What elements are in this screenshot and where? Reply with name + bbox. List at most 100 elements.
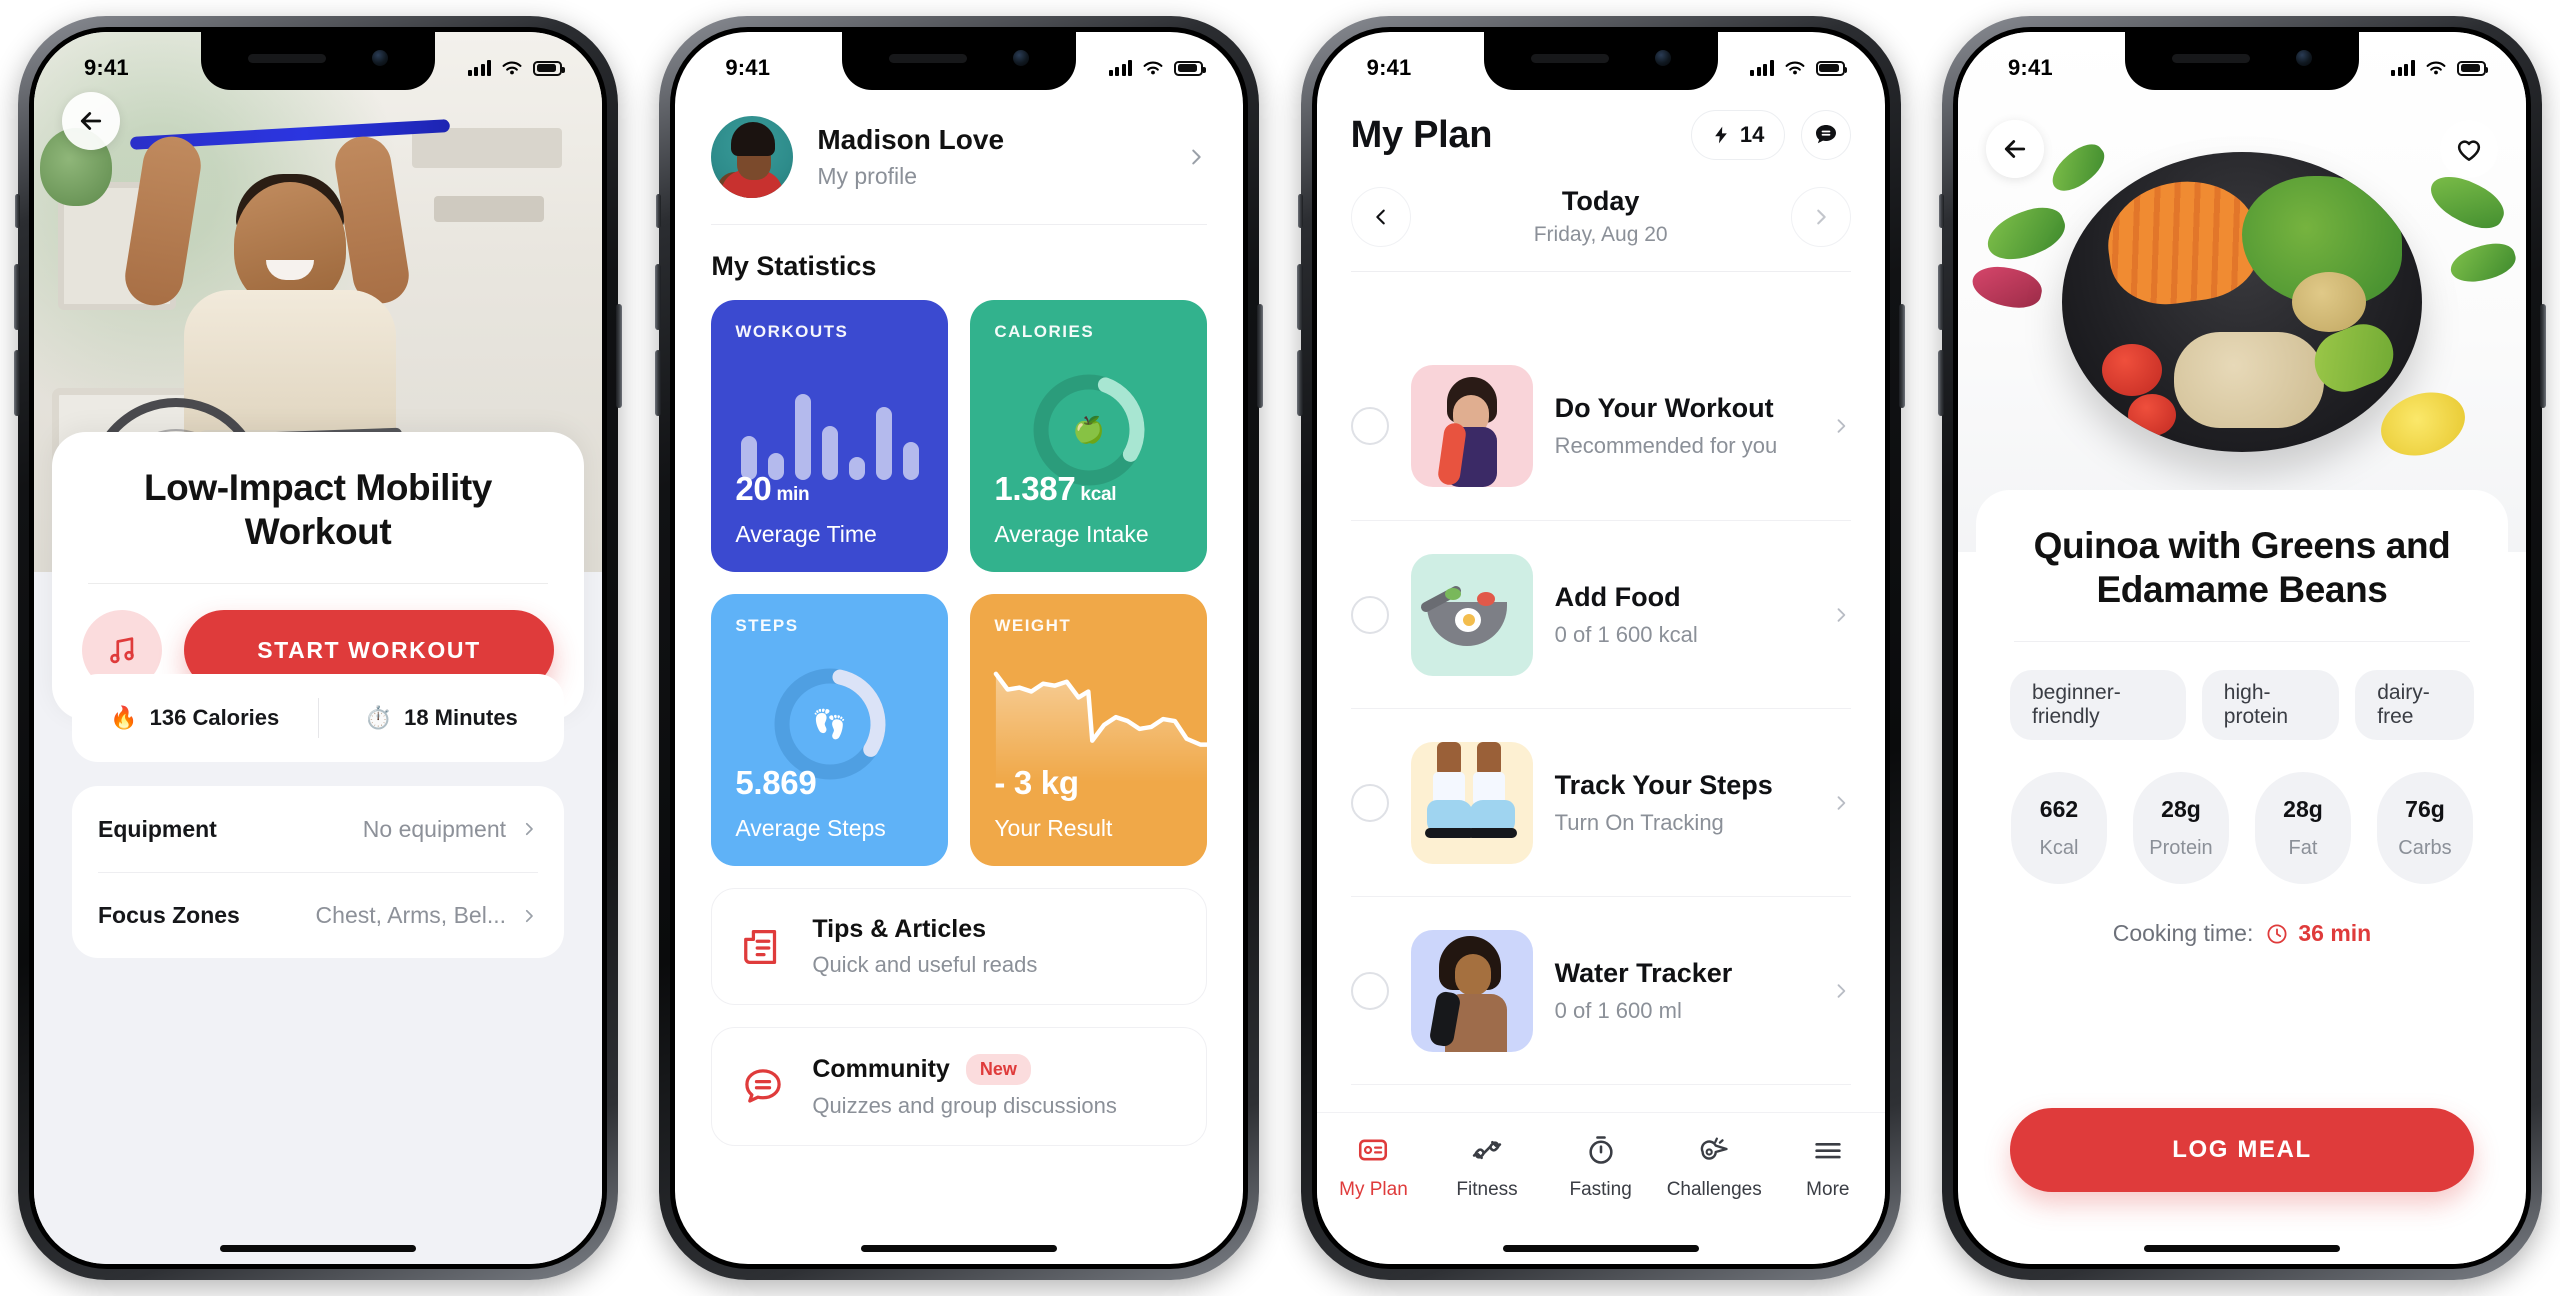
silent-switch[interactable] [656, 194, 662, 228]
calories-stat-text: 136 Calories [149, 705, 280, 730]
battery-icon [1815, 60, 1848, 76]
home-indicator[interactable] [1502, 1245, 1699, 1252]
profile-row[interactable]: Madison Love My profile [711, 108, 1207, 224]
tab-more[interactable]: More [1771, 1133, 1885, 1201]
macro-value: 662 [2039, 796, 2079, 823]
phone-1-screen: 9:41 Low-Impact Mobility Workout START W… [34, 32, 602, 1264]
task-title: Water Tracker [1554, 957, 1733, 988]
tab-fitness[interactable]: Fitness [1430, 1133, 1544, 1201]
workout-detail-list: Equipment No equipment Focus Zones Chest… [72, 786, 564, 958]
heart-icon [2457, 140, 2481, 161]
volume-down-button[interactable] [1937, 350, 1944, 416]
chat-button[interactable] [1800, 110, 1851, 160]
volume-up-button[interactable] [14, 264, 20, 330]
macro-value: 28g [2283, 796, 2323, 823]
hamburger-menu-icon [1815, 1142, 1841, 1159]
macro-carbs: 76g Carbs [2376, 772, 2473, 885]
list-item[interactable]: Water Tracker 0 of 1 600 ml [1350, 896, 1851, 1084]
stat-card-label: STEPS [735, 616, 799, 635]
stat-card-steps[interactable]: STEPS 👣 5.869 Average Steps [711, 594, 949, 866]
streak-badge[interactable]: 14 [1690, 110, 1785, 160]
silent-switch[interactable] [1938, 194, 1944, 228]
tab-label: Fitness [1456, 1179, 1518, 1200]
power-button[interactable] [616, 304, 622, 408]
streak-count: 14 [1739, 122, 1765, 147]
music-note-icon [110, 637, 134, 664]
home-indicator[interactable] [220, 1245, 416, 1252]
list-item[interactable]: Track Your Steps Turn On Tracking [1350, 708, 1851, 896]
task-checkbox[interactable] [1350, 407, 1389, 445]
phone-mockup-row: 9:41 Low-Impact Mobility Workout START W… [0, 0, 2560, 1296]
back-button[interactable] [62, 92, 120, 150]
stat-card-caption: Average Intake [994, 521, 1149, 547]
stat-card-value: 1.387 kcal [994, 470, 1116, 508]
silent-switch[interactable] [15, 194, 20, 228]
chevron-right-icon [525, 909, 533, 922]
task-thumbnail [1410, 929, 1533, 1052]
status-bar: 9:41 [1958, 32, 2526, 90]
status-time: 9:41 [2007, 55, 2053, 80]
task-checkbox[interactable] [1350, 971, 1389, 1010]
recipe-hero-image [1957, 32, 2526, 552]
divider [1350, 271, 1851, 272]
duration-stat-text: 18 Minutes [404, 705, 518, 730]
chevron-right-icon [1837, 607, 1845, 622]
tab-fasting[interactable]: Fasting [1544, 1133, 1658, 1201]
tag-dairy-free[interactable]: dairy-free [2355, 670, 2474, 741]
back-button[interactable] [1985, 120, 2044, 178]
silent-switch[interactable] [1297, 194, 1303, 228]
volume-up-button[interactable] [1937, 264, 1944, 330]
tips-articles-row[interactable]: Tips & Articles Quick and useful reads [711, 888, 1208, 1005]
volume-down-button[interactable] [14, 350, 20, 416]
focus-zones-row[interactable]: Focus Zones Chest, Arms, Bel... [98, 872, 538, 958]
equipment-label: Equipment [98, 815, 217, 842]
workouts-bar-chart [741, 384, 920, 480]
workouts-unit: min [776, 484, 810, 505]
stat-card-calories[interactable]: CALORIES 🍏 1.387 kcal Average Intake [970, 300, 1208, 572]
cooking-time-label: Cooking time: [2112, 920, 2254, 947]
stat-card-caption: Average Steps [735, 815, 886, 841]
divider [711, 224, 1208, 225]
power-button[interactable] [2539, 304, 2546, 408]
tab-my-plan[interactable]: My Plan [1317, 1133, 1431, 1201]
volume-up-button[interactable] [655, 264, 662, 330]
list-item[interactable]: Do Your Workout Recommended for you [1350, 332, 1851, 520]
favorite-button[interactable] [2439, 120, 2498, 178]
volume-up-button[interactable] [1296, 264, 1303, 330]
stat-card-label: WORKOUTS [735, 322, 849, 341]
focus-zones-value: Chest, Arms, Bel... [315, 902, 506, 928]
home-indicator[interactable] [861, 1245, 1058, 1252]
stat-card-weight[interactable]: WEIGHT - 3 kg Your Result [970, 594, 1208, 866]
task-subtitle: 0 of 1 600 ml [1554, 997, 1682, 1023]
next-day-button[interactable] [1790, 186, 1851, 247]
chevron-right-icon [1837, 983, 1845, 998]
tag-high-protein[interactable]: high-protein [2201, 670, 2340, 741]
phone-2-screen: 9:41 Madison Love My profile My Statisti… [675, 32, 1244, 1264]
tab-challenges[interactable]: Challenges [1657, 1133, 1771, 1201]
task-checkbox[interactable] [1350, 595, 1389, 634]
chat-bubble-icon [1815, 125, 1836, 144]
recipe-header-actions [1958, 120, 2526, 178]
task-checkbox[interactable] [1350, 783, 1389, 822]
previous-day-button[interactable] [1350, 186, 1411, 247]
community-row[interactable]: Community New Quizzes and group discussi… [711, 1027, 1208, 1146]
tab-label: Fasting [1569, 1179, 1632, 1200]
home-indicator[interactable] [2143, 1245, 2340, 1252]
stat-card-workouts[interactable]: WORKOUTS 20 min Average Time [711, 300, 949, 572]
tag-beginner-friendly[interactable]: beginner-friendly [2009, 670, 2186, 741]
footprints-icon: 👣 [812, 708, 848, 740]
volume-down-button[interactable] [1296, 350, 1303, 416]
volume-down-button[interactable] [655, 350, 662, 416]
power-button[interactable] [1257, 304, 1264, 408]
macro-label: Kcal [2039, 837, 2079, 860]
power-button[interactable] [1898, 304, 1905, 408]
list-item[interactable]: Add Food 0 of 1 600 kcal [1350, 520, 1851, 708]
tips-subtitle: Quick and useful reads [812, 952, 1038, 977]
list-item-partial[interactable] [1350, 1084, 1851, 1112]
log-meal-button[interactable]: LOG MEAL [2009, 1108, 2474, 1192]
task-subtitle: 0 of 1 600 kcal [1554, 621, 1698, 647]
divider [88, 583, 548, 585]
chat-bubble-icon [745, 1068, 782, 1103]
stat-card-label: WEIGHT [994, 616, 1072, 635]
equipment-row[interactable]: Equipment No equipment [98, 786, 538, 872]
